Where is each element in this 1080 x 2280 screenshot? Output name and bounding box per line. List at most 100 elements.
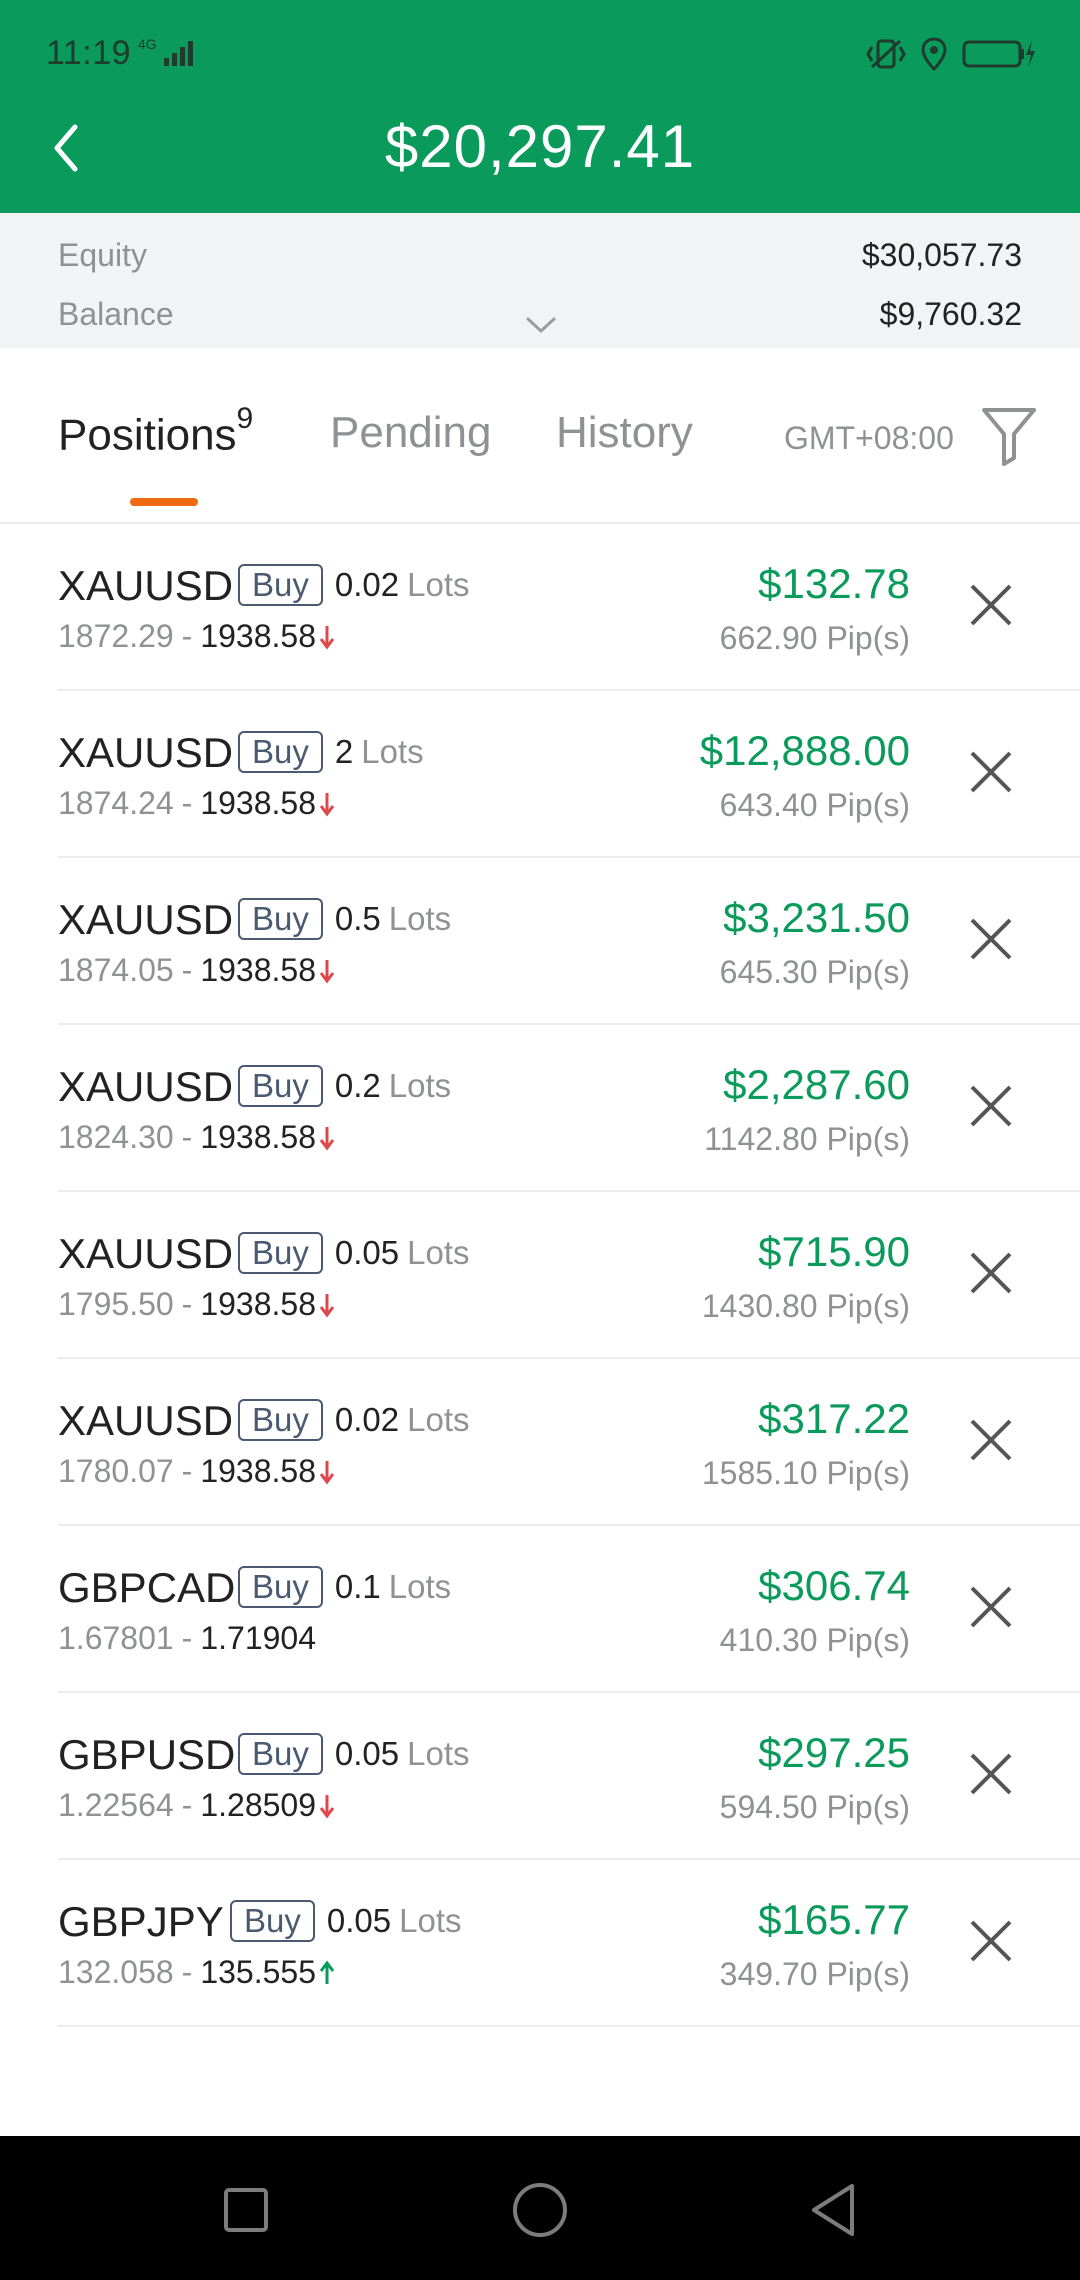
price-range: 1795.50-1938.58 — [58, 1286, 336, 1323]
position-symbol: GBPUSD — [58, 1731, 236, 1778]
open-price: 1780.07 — [58, 1453, 174, 1489]
position-side-lots: Buy 0.05 Lots — [238, 1232, 469, 1274]
close-position-icon[interactable] — [962, 743, 1020, 801]
lots-label: Lots — [407, 1234, 470, 1271]
pips-value: 1142.80 Pip(s) — [704, 1121, 910, 1157]
arrow-down-icon — [319, 792, 335, 816]
position-symbol: GBPJPY — [58, 1898, 224, 1945]
profit-loss-value: $165.77 — [758, 1896, 910, 1943]
position-side-lots: Buy 0.05 Lots — [238, 1733, 469, 1775]
position-side-lots: Buy 0.2 Lots — [238, 1065, 451, 1107]
position-row[interactable]: XAUUSD Buy 0.02 Lots 1872.29-1938.58 $132.78 6… — [58, 524, 1080, 691]
arrow-up-icon — [319, 1960, 335, 1984]
lots-label: Lots — [388, 1568, 452, 1605]
close-position-icon[interactable] — [962, 576, 1020, 634]
position-row[interactable]: XAUUSD Buy 0.2 Lots 1824.30-1938.58 $2,287.60… — [58, 1025, 1080, 1192]
close-position-icon[interactable] — [962, 910, 1020, 968]
price-range: 1824.30-1938.58 — [58, 1119, 336, 1156]
recents-square-icon[interactable] — [216, 2180, 276, 2240]
price-range: 1.22564-1.28509 — [58, 1787, 336, 1824]
current-price: 135.555 — [200, 1954, 316, 1990]
tab-history[interactable]: History — [556, 408, 693, 458]
timezone-label[interactable]: GMT+08:00 — [784, 420, 954, 457]
app-header: 11:19 4G $20,297.41 — [0, 0, 1080, 213]
lots-value: 0.05 — [334, 1735, 400, 1772]
position-row[interactable]: XAUUSD Buy 2 Lots 1874.24-1938.58 $12,888.00 6… — [58, 691, 1080, 858]
price-separator: - — [181, 1119, 193, 1155]
profit-loss-value: $132.78 — [758, 560, 910, 607]
position-side-lots: Buy 0.1 Lots — [238, 1566, 451, 1608]
arrow-down-icon — [319, 1794, 335, 1818]
price-range: 1874.24-1938.58 — [58, 785, 336, 822]
open-price: 1795.50 — [58, 1286, 174, 1322]
profit-loss-value: $12,888.00 — [699, 727, 910, 774]
close-position-icon[interactable] — [962, 1912, 1020, 1970]
position-symbol: XAUUSD — [58, 562, 234, 609]
home-circle-icon[interactable] — [510, 2180, 570, 2240]
close-position-icon[interactable] — [962, 1411, 1020, 1469]
position-row[interactable]: XAUUSD Buy 0.5 Lots 1874.05-1938.58 $3,231.50… — [58, 858, 1080, 1025]
account-summary[interactable]: Equity $30,057.73 Balance $9,760.32 — [0, 213, 1080, 348]
price-separator: - — [181, 1954, 193, 1990]
pips-value: 594.50 Pip(s) — [719, 1789, 910, 1825]
filter-icon[interactable] — [980, 404, 1038, 468]
position-row[interactable]: XAUUSD Buy 0.05 Lots 1795.50-1938.58 $715.90 1… — [58, 1192, 1080, 1359]
tab-positions[interactable]: Positions9 — [58, 402, 253, 461]
position-row[interactable]: GBPCAD Buy 0.1 Lots 1.67801-1.71904 $306.74 41… — [58, 1526, 1080, 1693]
signal-icon — [164, 41, 193, 66]
side-badge: Buy — [238, 1065, 323, 1107]
price-separator: - — [181, 1453, 193, 1489]
balance-label: Balance — [58, 295, 174, 332]
price-separator: - — [181, 618, 193, 654]
price-separator: - — [181, 1286, 193, 1322]
side-badge: Buy — [238, 1566, 323, 1608]
position-side-lots: Buy 0.02 Lots — [238, 564, 469, 606]
lots-label: Lots — [407, 1735, 470, 1772]
open-price: 1872.29 — [58, 618, 174, 654]
lots-label: Lots — [399, 1902, 462, 1939]
arrow-down-icon — [319, 1126, 335, 1150]
position-symbol: XAUUSD — [58, 1063, 234, 1110]
position-row[interactable]: XAUUSD Buy 0.02 Lots 1780.07-1938.58 $317.22 1… — [58, 1359, 1080, 1526]
price-separator: - — [181, 952, 193, 988]
pips-value: 643.40 Pip(s) — [719, 787, 910, 823]
position-symbol: XAUUSD — [58, 896, 234, 943]
pips-value: 1585.10 Pip(s) — [701, 1455, 910, 1491]
position-row[interactable]: GBPUSD Buy 0.05 Lots 1.22564-1.28509 $297.25 5… — [58, 1693, 1080, 1860]
open-price: 1.67801 — [58, 1620, 174, 1656]
lots-label: Lots — [407, 1401, 470, 1438]
profit-loss-value: $2,287.60 — [723, 1061, 910, 1108]
page-title: $20,297.41 — [384, 113, 696, 180]
lots-value: 0.05 — [334, 1234, 400, 1271]
lots-value: 0.1 — [334, 1568, 381, 1605]
balance-value: $9,760.32 — [879, 295, 1022, 332]
tab-pending[interactable]: Pending — [330, 408, 491, 458]
pips-value: 349.70 Pip(s) — [719, 1956, 910, 1992]
side-badge: Buy — [238, 1399, 323, 1441]
equity-value: $30,057.73 — [861, 236, 1022, 273]
price-range: 1872.29-1938.58 — [58, 618, 336, 655]
battery-charging-icon — [962, 40, 1035, 68]
current-price: 1938.58 — [200, 1286, 316, 1322]
position-row[interactable]: GBPJPY Buy 0.05 Lots 132.058-135.555 $165.77 3… — [58, 1860, 1080, 2027]
price-range: 132.058-135.555 — [58, 1954, 336, 1991]
arrow-down-icon — [319, 1460, 335, 1484]
close-position-icon[interactable] — [962, 1077, 1020, 1135]
current-price: 1938.58 — [200, 1119, 316, 1155]
back-triangle-icon[interactable] — [804, 2180, 864, 2240]
close-position-icon[interactable] — [962, 1244, 1020, 1302]
close-position-icon[interactable] — [962, 1578, 1020, 1636]
expand-chevron-icon[interactable] — [524, 313, 558, 337]
price-range: 1780.07-1938.58 — [58, 1453, 336, 1490]
system-nav-bar — [0, 2136, 1080, 2280]
pips-value: 645.30 Pip(s) — [719, 954, 910, 990]
side-badge: Buy — [238, 1733, 323, 1775]
side-badge: Buy — [230, 1900, 315, 1942]
side-badge: Buy — [238, 898, 323, 940]
lots-label: Lots — [407, 566, 470, 603]
lots-label: Lots — [388, 900, 452, 937]
close-position-icon[interactable] — [962, 1745, 1020, 1803]
positions-count-badge: 9 — [236, 402, 254, 435]
profit-loss-value: $317.22 — [758, 1395, 910, 1442]
tab-bar: Positions9 Pending History GMT+08:00 — [0, 348, 1080, 524]
